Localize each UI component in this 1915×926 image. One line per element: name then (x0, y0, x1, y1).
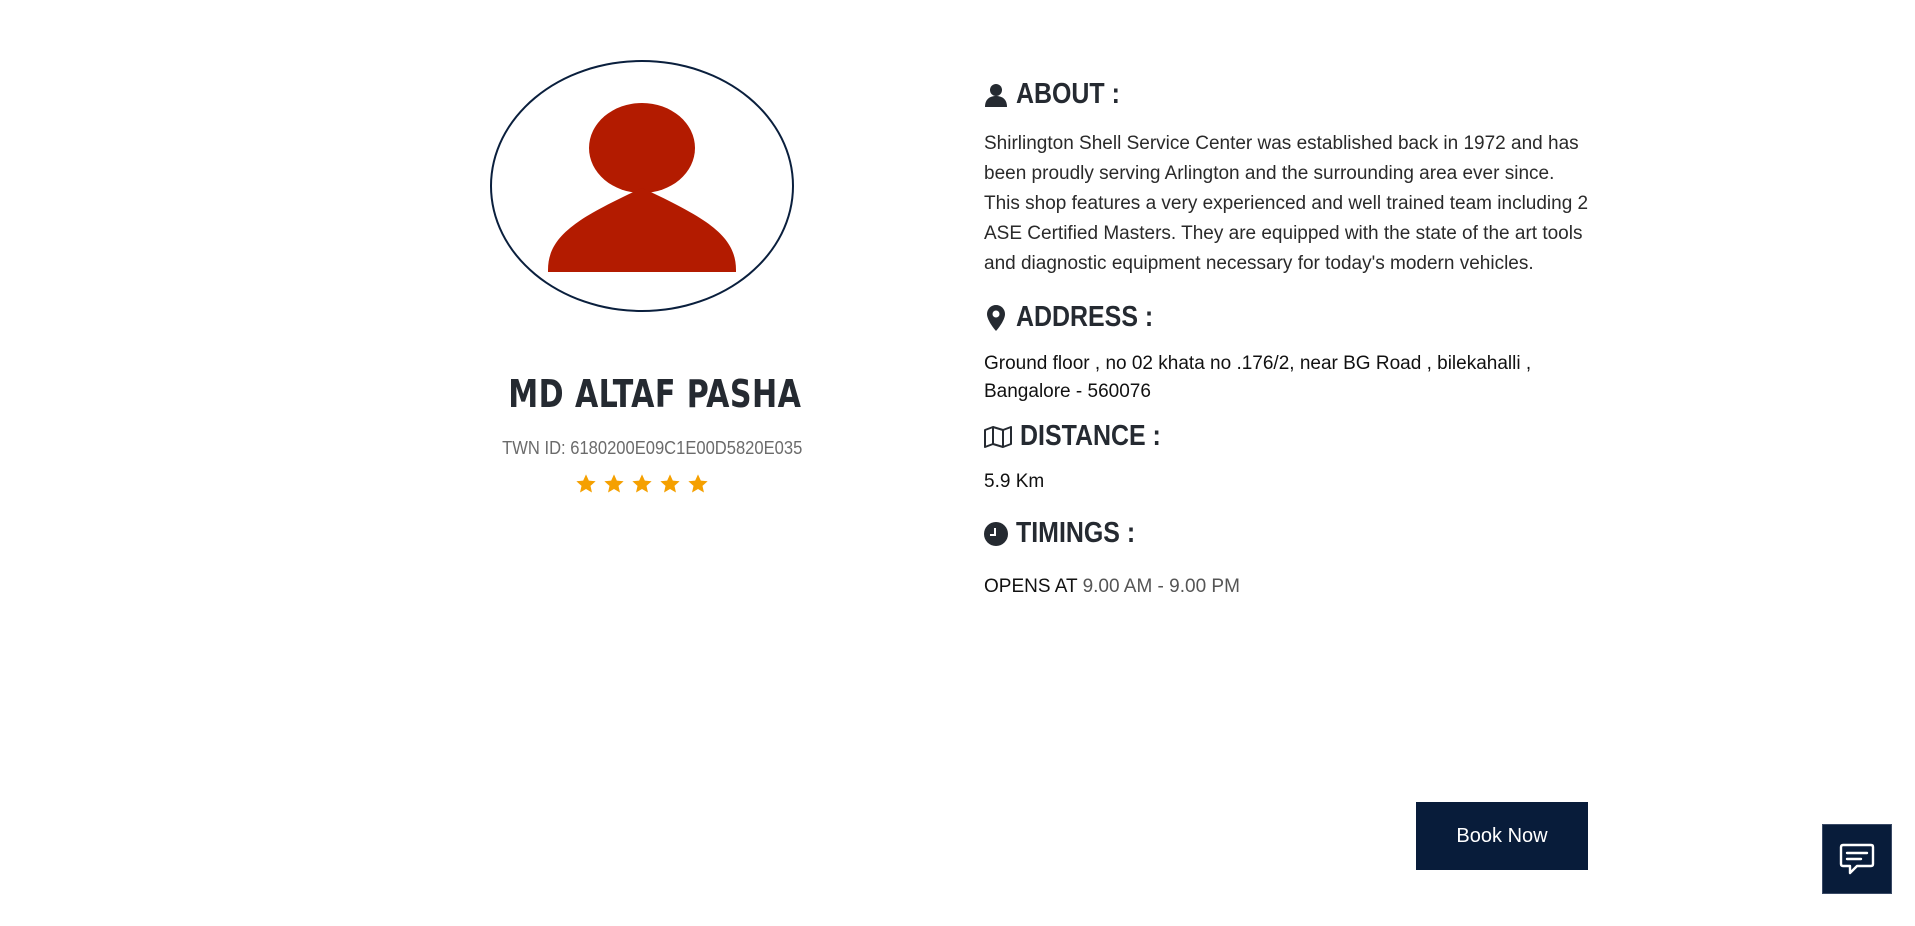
twn-id-label: TWN ID: (502, 438, 571, 458)
twn-id-value: 6180200E09C1E00D5820E035 (570, 438, 803, 458)
address-title: ADDRESS : (1016, 301, 1154, 333)
address-heading: ADDRESS : (984, 301, 1594, 334)
map-pin-icon (984, 304, 1008, 331)
distance-value: 5.9 Km (984, 471, 1045, 492)
star-icon (576, 474, 596, 493)
star-icon (604, 474, 624, 493)
chat-message-icon (1839, 843, 1875, 875)
timings-text: OPENS AT 9.00 AM - 9.00 PM (984, 576, 1594, 598)
timings-title: TIMINGS : (1016, 517, 1136, 549)
profile-name: MD ALTAF PASHA (508, 372, 802, 416)
distance-heading: DISTANCE : (984, 420, 1594, 453)
about-title: ABOUT : (1016, 78, 1120, 110)
timings-heading: TIMINGS : (984, 517, 1594, 550)
star-icon (660, 474, 680, 493)
address-text: Ground floor , no 02 khata no .176/2, ne… (984, 353, 1532, 402)
twn-id: TWN ID: 6180200E09C1E00D5820E035 (502, 438, 802, 459)
user-icon (984, 82, 1008, 108)
timings-label: OPENS AT (984, 576, 1078, 597)
about-text: Shirlington Shell Service Center was est… (984, 133, 1589, 274)
avatar (490, 60, 794, 312)
page: MD ALTAF PASHA TWN ID: 6180200E09C1E00D5… (0, 0, 1915, 926)
rating-stars (490, 473, 794, 495)
clock-icon (984, 521, 1008, 547)
timings-hours: 9.00 AM - 9.00 PM (1082, 576, 1240, 597)
chat-button[interactable] (1822, 824, 1892, 894)
user-silhouette-icon (548, 103, 736, 272)
details-panel: ABOUT : Shirlington Shell Service Center… (984, 78, 1594, 598)
star-icon (688, 474, 708, 493)
map-icon (984, 424, 1012, 450)
book-now-button[interactable]: Book Now (1416, 802, 1588, 870)
star-icon (632, 474, 652, 493)
profile-card: MD ALTAF PASHA TWN ID: 6180200E09C1E00D5… (490, 60, 802, 495)
distance-title: DISTANCE : (1020, 420, 1161, 452)
about-heading: ABOUT : (984, 78, 1594, 111)
